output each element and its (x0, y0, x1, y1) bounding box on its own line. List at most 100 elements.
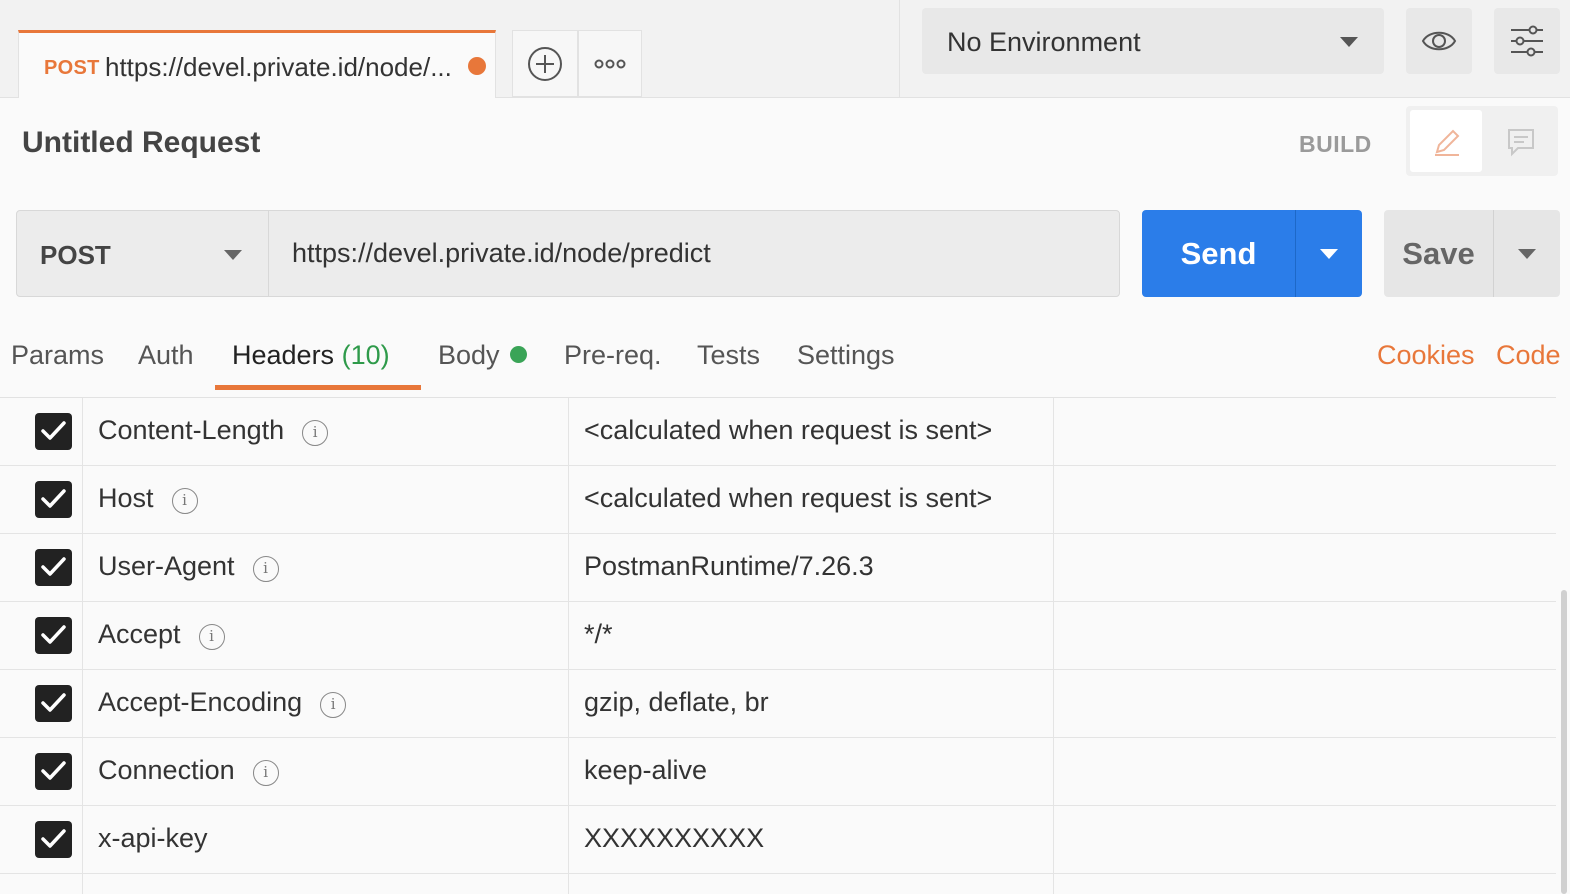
header-key: Accept (98, 619, 181, 649)
header-key-cell[interactable]: User-Agent i (83, 534, 569, 602)
table-row (0, 874, 1556, 894)
header-key-cell[interactable] (83, 874, 569, 894)
header-key: x-api-key (98, 823, 208, 853)
mode-toggle (1406, 106, 1558, 176)
comments-button[interactable] (1484, 110, 1556, 172)
header-value-cell[interactable]: */* (569, 602, 1054, 670)
info-icon[interactable]: i (198, 624, 225, 650)
info-icon[interactable]: i (320, 692, 347, 718)
header-value-cell[interactable]: keep-alive (569, 738, 1054, 806)
headers-count: (10) (341, 340, 390, 370)
info-icon[interactable]: i (302, 420, 329, 446)
tab-params[interactable]: Params (11, 340, 104, 371)
table-row: Accept-Encoding i gzip, deflate, br (0, 670, 1556, 738)
headers-table: Content-Length i <calculated when request … (0, 398, 1556, 894)
enabled-checkbox[interactable] (35, 617, 72, 654)
header-description-cell[interactable] (1054, 602, 1556, 670)
tab-body-label: Body (438, 340, 500, 370)
tab-settings[interactable]: Settings (797, 340, 895, 371)
header-description-cell[interactable] (1054, 806, 1556, 874)
header-key-cell[interactable]: Accept i (83, 602, 569, 670)
unsaved-dot-icon (468, 57, 486, 75)
header-value-cell[interactable]: PostmanRuntime/7.26.3 (569, 534, 1054, 602)
table-row: Content-Length i <calculated when request … (0, 398, 1556, 466)
chevron-down-icon (1320, 249, 1338, 259)
tab-body[interactable]: Body (438, 340, 527, 371)
table-row: Host i <calculated when request is sent> (0, 466, 1556, 534)
method-label: POST (40, 240, 111, 270)
tab-tests[interactable]: Tests (697, 340, 760, 371)
header-value: PostmanRuntime/7.26.3 (584, 551, 874, 581)
tab-bar: POST https://devel.private.id/node/... N… (0, 0, 1570, 98)
header-value-cell[interactable]: <calculated when request is sent> (569, 398, 1054, 466)
body-status-dot-icon (509, 346, 527, 363)
header-value: gzip, deflate, br (584, 687, 769, 717)
info-icon[interactable]: i (171, 488, 198, 514)
row-check-cell (0, 466, 83, 534)
save-options-button[interactable] (1493, 210, 1560, 297)
enabled-checkbox[interactable] (35, 549, 72, 586)
tab-auth[interactable]: Auth (138, 340, 194, 371)
enabled-checkbox[interactable] (35, 753, 72, 790)
active-tab-indicator (215, 385, 421, 390)
url-input[interactable] (268, 210, 1120, 297)
cookies-link[interactable]: Cookies (1377, 340, 1475, 371)
header-key-cell[interactable]: Host i (83, 466, 569, 534)
header-description-cell[interactable] (1054, 738, 1556, 806)
header-key: Content-Length (98, 415, 285, 445)
header-value: keep-alive (584, 755, 708, 785)
sliders-icon (1511, 25, 1543, 57)
row-check-cell (0, 874, 83, 894)
enabled-checkbox[interactable] (35, 685, 72, 722)
header-value: <calculated when request is sent> (584, 415, 993, 445)
row-check-cell (0, 806, 83, 874)
environment-label: No Environment (947, 27, 1141, 57)
environment-quick-look-button[interactable] (1406, 8, 1472, 74)
header-key-cell[interactable]: Accept-Encoding i (83, 670, 569, 738)
more-tabs-button[interactable] (578, 30, 642, 97)
header-value-cell[interactable]: XXXXXXXXXX (569, 806, 1054, 874)
table-row: User-Agent i PostmanRuntime/7.26.3 (0, 534, 1556, 602)
header-description-cell[interactable] (1054, 670, 1556, 738)
code-link[interactable]: Code (1496, 340, 1561, 371)
topbar-divider (899, 0, 900, 98)
build-mode-label: BUILD (1299, 131, 1372, 157)
info-icon[interactable]: i (252, 556, 279, 582)
plus-circle-icon (513, 45, 577, 88)
tab-prereq[interactable]: Pre-req. (564, 340, 662, 371)
header-value-cell[interactable]: <calculated when request is sent> (569, 466, 1054, 534)
header-key-cell[interactable]: Connection i (83, 738, 569, 806)
header-key-cell[interactable]: Content-Length i (83, 398, 569, 466)
method-select[interactable]: POST (16, 210, 269, 297)
info-icon[interactable]: i (252, 760, 279, 786)
save-button[interactable]: Save (1384, 210, 1493, 297)
tab-headers[interactable]: Headers (10) (232, 340, 390, 371)
header-key: Host (98, 483, 154, 513)
send-options-button[interactable] (1295, 210, 1362, 297)
table-row: Accept i */* (0, 602, 1556, 670)
header-description-cell[interactable] (1054, 398, 1556, 466)
scrollbar[interactable] (1561, 590, 1567, 894)
chevron-down-icon (1340, 37, 1358, 47)
header-value-cell[interactable]: gzip, deflate, br (569, 670, 1054, 738)
header-description-cell[interactable] (1054, 466, 1556, 534)
header-key-cell[interactable]: x-api-key (83, 806, 569, 874)
header-value-cell[interactable] (569, 874, 1054, 894)
header-description-cell[interactable] (1054, 534, 1556, 602)
edit-mode-button[interactable] (1410, 110, 1482, 172)
header-description-cell[interactable] (1054, 874, 1556, 894)
send-button[interactable]: Send (1142, 210, 1295, 297)
new-tab-button[interactable] (512, 30, 578, 97)
tab-headers-label: Headers (232, 340, 335, 370)
request-title[interactable]: Untitled Request (22, 126, 260, 160)
enabled-checkbox[interactable] (35, 481, 72, 518)
more-dots-icon (579, 45, 641, 88)
environment-select[interactable]: No Environment (922, 8, 1384, 74)
enabled-checkbox[interactable] (35, 413, 72, 450)
header-value: <calculated when request is sent> (584, 483, 993, 513)
enabled-checkbox[interactable] (35, 821, 72, 858)
request-tab[interactable]: POST https://devel.private.id/node/... (18, 30, 496, 98)
header-key: Connection (98, 755, 235, 785)
row-check-cell (0, 670, 83, 738)
manage-environments-button[interactable] (1494, 8, 1560, 74)
